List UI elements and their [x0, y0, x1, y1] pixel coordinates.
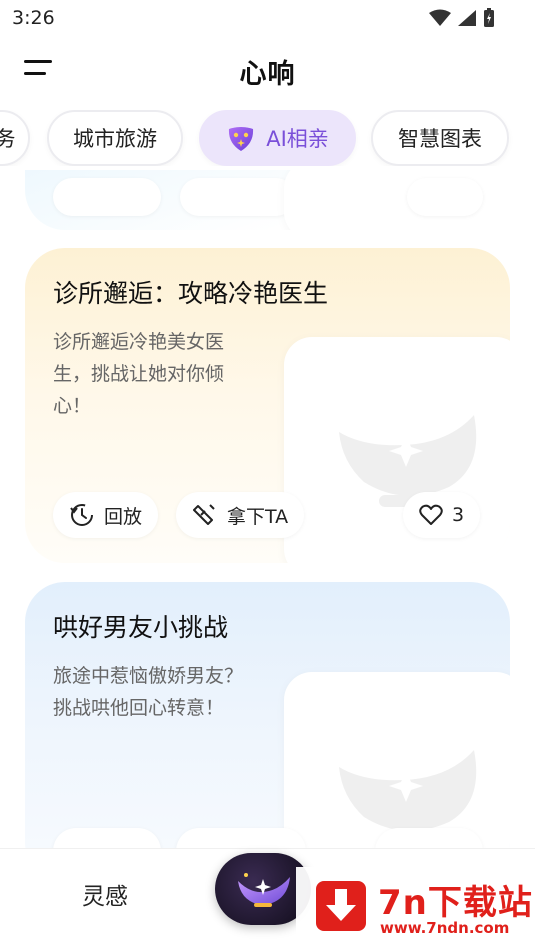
take-button-partial[interactable] [180, 178, 295, 216]
status-time: 3:26 [12, 7, 55, 29]
scenario-card-partial[interactable] [25, 170, 510, 230]
tab-city-travel[interactable]: 城市旅游 [47, 110, 183, 166]
ai-mask-icon [229, 127, 254, 151]
watermark-badge: 7n下载站 www.7ndn.com [296, 867, 535, 951]
page-title: 心响 [239, 59, 296, 90]
like-count: 3 [452, 504, 465, 526]
app-header: 心响 [0, 44, 535, 94]
scenario-card[interactable]: 诊所邂逅：攻略冷艳医生 诊所邂逅冷艳美女医生，挑战让她对你倾心！ 回放 拿下TA… [25, 248, 510, 563]
category-tabs: 务 城市旅游 AI相亲 智慧图表 [0, 110, 535, 166]
card-description: 诊所邂逅冷艳美女医生，挑战让她对你倾心！ [53, 331, 225, 417]
nav-inspire[interactable]: 灵感 [82, 877, 128, 911]
tab-label: AI相亲 [266, 127, 329, 151]
like-button-partial[interactable] [407, 178, 483, 216]
signal-icon [458, 10, 476, 26]
heart-icon [419, 504, 443, 525]
pointer-hand-icon [193, 504, 215, 525]
tab-partial[interactable]: 务 [0, 110, 30, 166]
take-ta-button[interactable]: 拿下TA [176, 492, 305, 538]
battery-icon [484, 8, 494, 27]
replay-button[interactable]: 回放 [53, 492, 159, 538]
take-ta-button[interactable] [176, 828, 306, 850]
image-placeholder-icon [339, 750, 477, 831]
scenario-image-placeholder [284, 337, 510, 563]
replay-button-partial[interactable] [53, 178, 161, 216]
magic-lamp-icon [238, 873, 290, 907]
tab-smart-chart[interactable]: 智慧图表 [371, 110, 509, 166]
watermark-url: www.7ndn.com [380, 919, 510, 937]
image-placeholder-icon [339, 415, 477, 507]
scenario-image-placeholder [284, 672, 510, 850]
wifi-icon [429, 9, 451, 26]
status-icons [429, 8, 495, 28]
tab-label: 城市旅游 [73, 127, 157, 151]
tab-label: 智慧图表 [398, 127, 482, 151]
history-icon [70, 504, 93, 526]
like-button[interactable]: 3 [403, 492, 481, 538]
take-ta-label: 拿下TA [227, 505, 289, 528]
tab-ai-dating[interactable]: AI相亲 [199, 110, 356, 166]
watermark-title: 7n下载站 [378, 883, 533, 923]
replay-label: 回放 [104, 505, 143, 528]
like-button[interactable] [375, 828, 483, 850]
scenario-feed[interactable]: 诊所邂逅：攻略冷艳医生 诊所邂逅冷艳美女医生，挑战让她对你倾心！ 回放 拿下TA… [0, 170, 535, 850]
scenario-card[interactable]: 哄好男友小挑战 旅途中惹恼傲娇男友？挑战哄他回心转意！ [25, 582, 510, 850]
card-title: 诊所邂逅：攻略冷艳医生 [53, 279, 329, 308]
download-logo-icon [316, 881, 366, 931]
card-title: 哄好男友小挑战 [53, 613, 229, 642]
bottom-nav: 灵感 7n下载站 www.7ndn.com [0, 848, 535, 951]
status-bar: 3:26 [0, 0, 535, 36]
tab-label: 务 [0, 127, 16, 151]
replay-button[interactable] [53, 828, 161, 850]
card-description: 旅途中惹恼傲娇男友？挑战哄他回心转意！ [53, 665, 244, 719]
